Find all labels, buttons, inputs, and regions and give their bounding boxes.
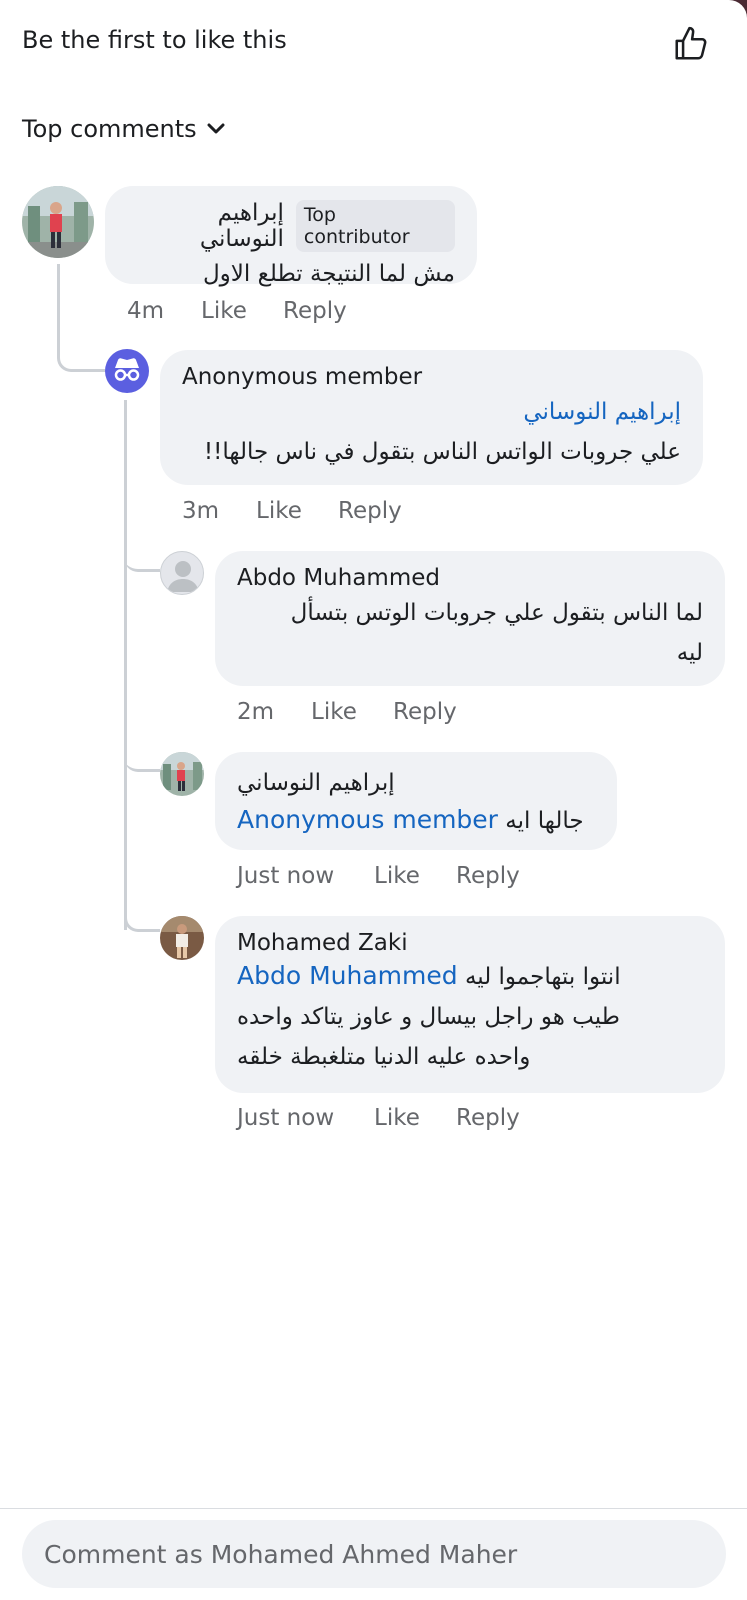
reply-button[interactable]: Reply xyxy=(338,498,402,524)
comment-bubble: Top contributor إبراهيم النوساني مش لما … xyxy=(105,186,477,287)
comment-author[interactable]: إبراهيم النوساني xyxy=(127,200,284,252)
comment-time: 2m xyxy=(237,699,275,725)
avatar[interactable] xyxy=(22,186,94,258)
comments-sheet: Be the first to like this Top comments T… xyxy=(0,0,747,1600)
comment-text-line: طيب هو راجل بيسال و عاوز يتاكد واحده xyxy=(237,1004,620,1030)
chevron-down-icon xyxy=(207,123,225,134)
top-contributor-badge: Top contributor xyxy=(295,200,455,252)
comment-text: جالها ايه xyxy=(505,808,584,834)
mention-link[interactable]: إبراهيم النوساني xyxy=(523,399,681,425)
like-button[interactable]: Like xyxy=(374,1105,456,1131)
avatar[interactable] xyxy=(160,916,204,960)
thread-connector xyxy=(124,740,160,772)
mention-link[interactable]: Anonymous member xyxy=(237,805,498,834)
thread-connector xyxy=(124,540,160,572)
comment-actions: 2m Like Reply xyxy=(237,699,457,725)
thread-connector xyxy=(57,264,105,372)
mention-link[interactable]: Abdo Muhammed xyxy=(237,961,458,990)
comment-bubble: Anonymous member إبراهيم النوساني علي جر… xyxy=(160,350,703,485)
thread-connector xyxy=(124,900,160,932)
comment-time: Just now xyxy=(237,1105,335,1131)
comment-bubble: Mohamed Zaki Abdo Muhammed انتوا بتهاجمو… xyxy=(215,916,725,1093)
comment-actions: Just now Like Reply xyxy=(237,1105,520,1131)
comment-text-line: ليه xyxy=(676,640,703,666)
comment-time: Just now xyxy=(237,863,335,889)
comment-body: Abdo Muhammed انتوا بتهاجموا ليه xyxy=(237,956,703,997)
comment-author[interactable]: Anonymous member xyxy=(182,364,681,390)
comment-mention: إبراهيم النوساني xyxy=(182,392,681,432)
comment-author[interactable]: إبراهيم النوساني xyxy=(237,766,395,800)
comment-author[interactable]: Abdo Muhammed xyxy=(237,565,703,591)
comment-input[interactable] xyxy=(44,1539,704,1569)
comment-author[interactable]: Mohamed Zaki xyxy=(237,930,703,956)
reply-button[interactable]: Reply xyxy=(283,298,347,324)
composer-divider xyxy=(0,1508,747,1509)
thumbs-up-outline-icon[interactable] xyxy=(672,25,710,63)
thread-line xyxy=(124,400,127,930)
like-summary: Be the first to like this xyxy=(22,26,287,54)
reply-button[interactable]: Reply xyxy=(393,699,457,725)
comment-bubble: Abdo Muhammed لما الناس بتقول علي جروبات… xyxy=(215,551,725,686)
comment-text: مش لما النتيجة تطلع الاول xyxy=(202,261,455,287)
like-button[interactable]: Like xyxy=(256,498,338,524)
sort-label: Top comments xyxy=(22,115,197,143)
comment-text-line: انتوا بتهاجموا ليه xyxy=(464,964,621,990)
comment-actions: 4m Like Reply xyxy=(127,298,347,324)
default-user-icon[interactable] xyxy=(160,551,204,595)
avatar[interactable] xyxy=(160,752,204,796)
comment-bubble: إبراهيم النوساني Anonymous member جالها … xyxy=(215,752,617,850)
comment-header: Top contributor إبراهيم النوساني xyxy=(127,200,455,252)
reply-button[interactable]: Reply xyxy=(456,1105,520,1131)
sort-dropdown[interactable]: Top comments xyxy=(22,115,225,143)
comment-text-line: لما الناس بتقول علي جروبات الوتس بتسأل xyxy=(290,600,703,626)
comment-text: علي جروبات الواتس الناس بتقول في ناس جال… xyxy=(203,439,681,465)
like-button[interactable]: Like xyxy=(201,298,283,324)
comment-composer[interactable] xyxy=(22,1520,726,1588)
comment-actions: 3m Like Reply xyxy=(182,498,402,524)
like-button[interactable]: Like xyxy=(311,699,393,725)
comment-time: 4m xyxy=(127,298,165,324)
comment-actions: Just now Like Reply xyxy=(237,863,520,889)
anonymous-icon[interactable] xyxy=(105,349,149,393)
like-button[interactable]: Like xyxy=(374,863,456,889)
comment-body: Anonymous member جالها ايه xyxy=(237,800,595,841)
comment-time: 3m xyxy=(182,498,220,524)
comment-text-line: واحده عليه الدنيا متلغبطة خلقه xyxy=(237,1044,531,1070)
reply-button[interactable]: Reply xyxy=(456,863,520,889)
